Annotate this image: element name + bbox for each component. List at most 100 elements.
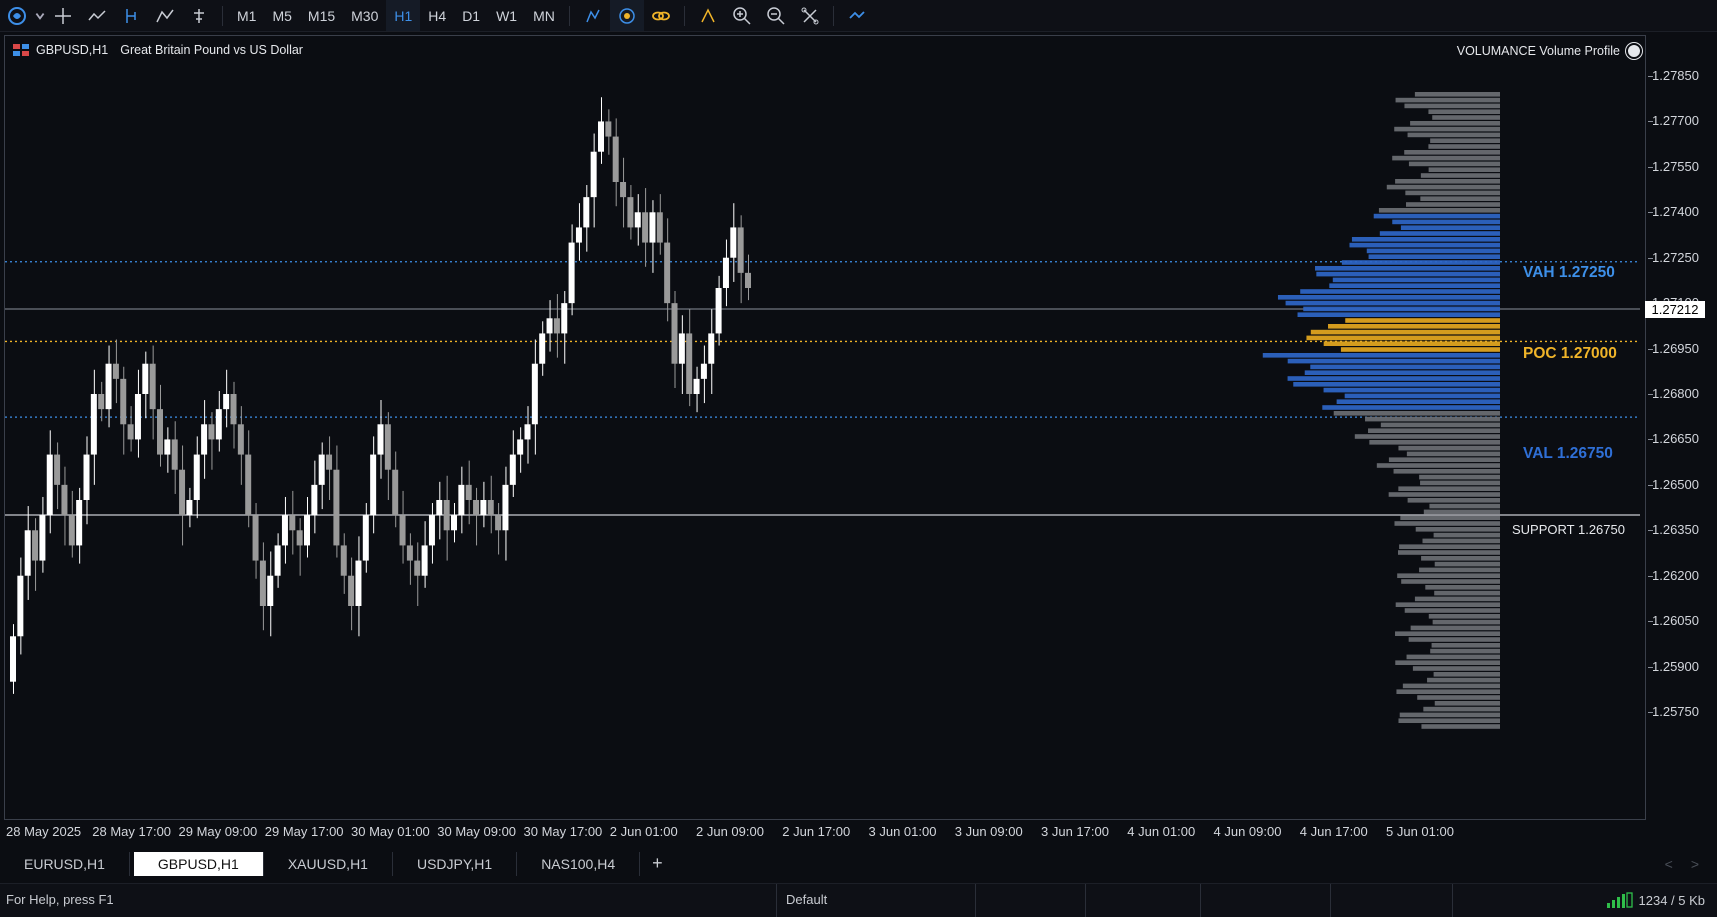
- candle-body: [164, 439, 171, 455]
- candle-body: [267, 575, 274, 606]
- time-tick-label: 2 Jun 01:00: [609, 824, 678, 839]
- time-axis[interactable]: 28 May 2025 28 May 17:00 29 May 09:00 29 Ma…: [0, 820, 1645, 842]
- candle-body: [171, 439, 178, 470]
- volume-profile-bar: [1395, 660, 1500, 665]
- candle-body: [193, 454, 200, 500]
- candle-body: [686, 333, 693, 394]
- candle-body: [414, 560, 421, 576]
- volume-profile-bar: [1432, 115, 1500, 120]
- time-tick-label: 5 Jun 01:00: [1386, 824, 1454, 839]
- time-tick-label: 28 May 17:00: [92, 824, 172, 839]
- volume-profile-bar: [1415, 527, 1500, 532]
- candle-body: [120, 378, 127, 425]
- candle-body: [700, 363, 707, 379]
- volume-profile-bar: [1306, 335, 1500, 341]
- volume-profile-bar: [1300, 289, 1500, 294]
- candle-body: [634, 212, 641, 228]
- time-tick-label: 2 Jun 09:00: [696, 824, 764, 839]
- volume-profile-bar: [1322, 405, 1500, 410]
- candle-body: [223, 394, 230, 410]
- volume-profile-bar: [1336, 399, 1500, 404]
- indicator-name: VOLUMANCE Volume Profile: [1456, 44, 1620, 58]
- volume-profile-bar: [1287, 376, 1500, 381]
- volume-profile-bar: [1406, 202, 1500, 207]
- vah-label: VAH 1.27250: [1523, 264, 1615, 281]
- volume-profile-bar: [1376, 463, 1500, 468]
- volume-profile-bar: [1379, 231, 1500, 236]
- volume-profile-bar: [1262, 353, 1500, 358]
- volume-profile-bar: [1323, 341, 1500, 346]
- candle-body: [531, 363, 538, 425]
- current-price-tag: 1.27212: [1645, 301, 1705, 318]
- tab-scroll: < >: [1665, 851, 1699, 876]
- candle-body: [362, 515, 369, 561]
- time-tick-label: 30 May 09:00: [437, 824, 517, 839]
- volume-profile-bar: [1366, 248, 1500, 254]
- price-tick-label: 1.27250: [1648, 249, 1699, 265]
- volume-profile-bar: [1422, 538, 1500, 544]
- volume-profile-bar: [1430, 138, 1500, 143]
- volume-profile-bar: [1434, 590, 1500, 596]
- volume-profile-bar: [1310, 329, 1500, 335]
- candle-body: [230, 394, 237, 425]
- volume-profile-bar: [1400, 225, 1500, 230]
- candle-body: [428, 515, 435, 546]
- volume-profile-bar: [1432, 619, 1500, 625]
- chart-canvas[interactable]: [0, 0, 1645, 820]
- tab-gbpusd[interactable]: GBPUSD,H1: [133, 851, 264, 876]
- scroll-left-icon[interactable]: <: [1665, 856, 1673, 872]
- candle-body: [495, 515, 502, 531]
- tab-usdjpy[interactable]: USDJPY,H1: [393, 851, 518, 876]
- volume-profile-bar: [1332, 277, 1500, 283]
- volume-profile-bar: [1392, 155, 1500, 161]
- eye-icon[interactable]: [1626, 43, 1642, 59]
- candle-body: [355, 560, 362, 606]
- candle-body: [546, 318, 553, 334]
- candle-body: [443, 500, 450, 531]
- price-axis[interactable]: 1.278501.277001.275501.274001.272501.271…: [1645, 35, 1717, 818]
- candle-body: [10, 636, 16, 682]
- candle-body: [627, 197, 634, 228]
- price-tick-label: 1.26800: [1648, 386, 1699, 401]
- tab-nas100[interactable]: NAS100,H4: [517, 851, 641, 876]
- volume-profile-bar: [1412, 666, 1500, 671]
- status-bar: For Help, press F1 Default 1234 / 5 Kb: [0, 883, 1717, 917]
- volume-profile-bar: [1388, 492, 1500, 497]
- volume-profile-title: VOLUMANCE Volume Profile: [1457, 43, 1642, 59]
- candle-body: [68, 515, 75, 546]
- candle-body: [32, 530, 39, 561]
- time-tick-label: 28 May 2025: [6, 824, 82, 839]
- connection-status[interactable]: 1234 / 5 Kb: [1606, 892, 1706, 908]
- candle-body: [605, 121, 612, 137]
- volume-profile-bar: [1392, 219, 1500, 225]
- volume-profile-bar: [1373, 213, 1500, 219]
- volume-profile-bar: [1404, 150, 1500, 155]
- volume-profile-bar: [1386, 184, 1500, 190]
- tab-xauusd[interactable]: XAUUSD,H1: [264, 851, 393, 876]
- tab-eurusd[interactable]: EURUSD,H1: [0, 851, 130, 876]
- volume-profile-bar: [1434, 701, 1500, 706]
- candle-body: [656, 212, 663, 243]
- volume-profile-bar: [1329, 283, 1500, 288]
- volume-profile-bar: [1421, 556, 1500, 561]
- price-tick-label: 1.26050: [1648, 613, 1699, 629]
- candle-body: [730, 227, 737, 258]
- volume-profile-bar: [1434, 561, 1500, 567]
- traffic-text: 1234 / 5 Kb: [1638, 892, 1706, 908]
- candle-body: [333, 469, 340, 546]
- scroll-right-icon[interactable]: >: [1691, 856, 1699, 872]
- volume-profile-bar: [1428, 109, 1500, 114]
- add-tab-icon[interactable]: +: [640, 853, 675, 874]
- volume-profile-bar: [1340, 347, 1500, 352]
- candle-body: [598, 121, 604, 152]
- candle-body: [149, 363, 156, 410]
- candle-body: [348, 575, 355, 606]
- price-tick-label: 1.26650: [1648, 431, 1699, 447]
- profile-name[interactable]: Default: [786, 892, 827, 907]
- candle-body: [46, 454, 53, 516]
- volume-profile-bar: [1349, 242, 1500, 248]
- time-tick-label: 4 Jun 17:00: [1299, 824, 1368, 839]
- time-tick-label: 29 May 09:00: [178, 824, 258, 839]
- candle-body: [473, 500, 480, 516]
- candle-body: [737, 227, 744, 273]
